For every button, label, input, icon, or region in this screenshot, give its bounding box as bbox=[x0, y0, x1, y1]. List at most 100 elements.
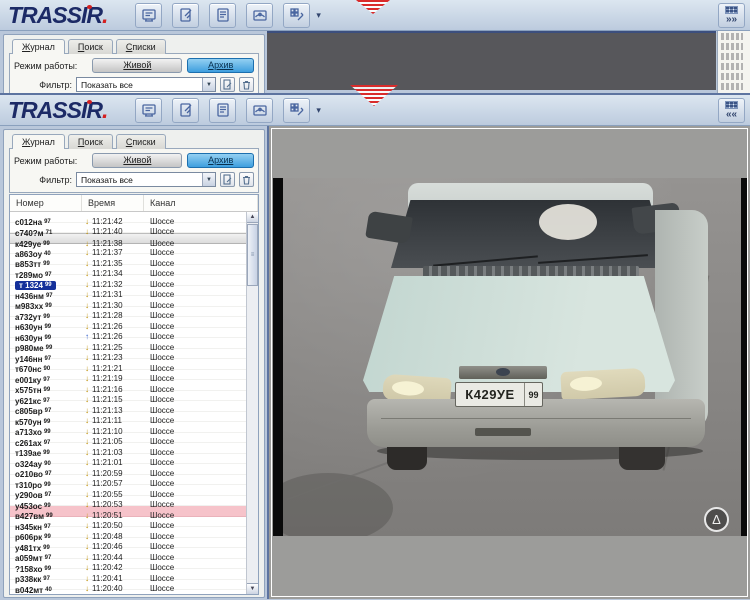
combo-arrow-icon[interactable]: ▼ bbox=[202, 173, 215, 186]
tab-search[interactable]: Поиск bbox=[68, 134, 113, 149]
live-mode-button[interactable]: Живой bbox=[92, 58, 182, 73]
channel-cell: Шоссе bbox=[144, 311, 246, 320]
main-toolbar: ▾ bbox=[135, 98, 321, 123]
settings-grid-icon[interactable] bbox=[283, 98, 310, 123]
time-cell: ↓11:21:34 bbox=[82, 269, 144, 278]
direction-icon: ↓ bbox=[85, 574, 89, 583]
time-cell: ↓11:20:59 bbox=[82, 469, 144, 478]
time-cell: ↓11:21:11 bbox=[82, 416, 144, 425]
direction-icon: ↓ bbox=[85, 280, 89, 289]
journal-tab-content: Режим работы: Живой Архив Фильтр: Показа… bbox=[9, 53, 259, 93]
direction-icon: ↓ bbox=[85, 259, 89, 268]
time-cell: ↓11:21:32 bbox=[82, 280, 144, 289]
trassir-logo: TRASSIR. bbox=[8, 4, 107, 27]
archive-mode-button[interactable]: Архив bbox=[187, 153, 254, 168]
car-bumper-vent bbox=[475, 428, 531, 436]
tab-lists[interactable]: Списки bbox=[116, 39, 166, 54]
direction-icon: ↑ bbox=[85, 332, 89, 341]
channel-cell: Шоссе bbox=[144, 364, 246, 373]
channel-cell: Шоссе bbox=[144, 521, 246, 530]
journal-icon[interactable] bbox=[209, 98, 236, 123]
time-cell: ↓11:21:26 bbox=[82, 322, 144, 331]
channel-cell: Шоссе bbox=[144, 500, 246, 509]
car-license-plate: к429уе 99 bbox=[455, 382, 543, 407]
filter-new-button[interactable] bbox=[220, 172, 235, 187]
monitor-icon[interactable] bbox=[135, 98, 162, 123]
dropdown-caret-icon[interactable]: ▾ bbox=[316, 10, 321, 21]
scroll-up-icon[interactable]: ▲ bbox=[247, 212, 258, 223]
filter-new-button[interactable] bbox=[220, 77, 235, 92]
scroll-down-icon[interactable]: ▼ bbox=[247, 583, 258, 594]
combo-arrow-icon[interactable]: ▼ bbox=[202, 78, 215, 91]
direction-icon: ↓ bbox=[85, 406, 89, 415]
tab-journal[interactable]: Журнал bbox=[12, 39, 65, 54]
dropdown-caret-icon[interactable]: ▾ bbox=[316, 105, 321, 116]
edit-document-icon[interactable] bbox=[172, 98, 199, 123]
side-template-strip[interactable] bbox=[717, 31, 750, 93]
plate-log-table: Номер Время Канал с012на97 ↓11:21:42 Шос… bbox=[9, 194, 259, 595]
scrollbar-thumb[interactable]: ≡ bbox=[247, 224, 258, 286]
edit-document-icon[interactable] bbox=[172, 3, 199, 28]
trassir-logo: TRASSIR. bbox=[8, 99, 107, 122]
car-interior-highlight bbox=[539, 204, 597, 240]
channel-cell: Шоссе bbox=[144, 490, 246, 499]
tab-journal[interactable]: Журнал bbox=[12, 134, 65, 149]
channel-cell: Шоссе bbox=[144, 469, 246, 478]
expand-panel-button[interactable]: »» bbox=[718, 3, 745, 28]
direction-icon: ↓ bbox=[85, 385, 89, 394]
control-panel: Журнал Поиск Списки Режим работы: Живой … bbox=[3, 34, 265, 93]
filter-delete-button[interactable] bbox=[239, 77, 254, 92]
channel-cell: Шоссе bbox=[144, 217, 246, 226]
snapshot-icon[interactable] bbox=[246, 98, 273, 123]
channel-cell: Шоссе bbox=[144, 343, 246, 352]
car-brand-badge bbox=[496, 368, 510, 376]
tab-lists[interactable]: Списки bbox=[116, 134, 166, 149]
direction-icon: ↓ bbox=[85, 227, 89, 236]
direction-icon: ↓ bbox=[85, 217, 89, 226]
table-scrollbar[interactable]: ▲ ≡ ▼ bbox=[246, 212, 258, 594]
video-panel-main: к429уе 99 ∆ bbox=[267, 126, 750, 599]
time-cell: ↓11:21:42 bbox=[82, 217, 144, 226]
archive-mode-button[interactable]: Архив bbox=[187, 58, 254, 73]
time-cell: ↓11:21:16 bbox=[82, 385, 144, 394]
tab-search[interactable]: Поиск bbox=[68, 39, 113, 54]
direction-icon: ↓ bbox=[85, 269, 89, 278]
road-patch bbox=[283, 473, 393, 536]
filter-select[interactable]: Показать все▼ bbox=[76, 172, 216, 187]
table-header: Номер Время Канал bbox=[10, 195, 258, 212]
direction-icon: ↓ bbox=[85, 301, 89, 310]
settings-grid-icon[interactable] bbox=[283, 3, 310, 28]
direction-icon: ↓ bbox=[85, 343, 89, 352]
mode-label: Режим работы: bbox=[14, 61, 92, 71]
channel-cell: Шоссе bbox=[144, 353, 246, 362]
time-cell: ↓11:21:30 bbox=[82, 301, 144, 310]
journal-icon[interactable] bbox=[209, 3, 236, 28]
filter-delete-button[interactable] bbox=[239, 172, 254, 187]
direction-icon: ↓ bbox=[85, 500, 89, 509]
channel-cell: Шоссе bbox=[144, 511, 246, 520]
column-plate: Номер bbox=[10, 195, 82, 211]
time-cell: ↓11:21:10 bbox=[82, 427, 144, 436]
snapshot-icon[interactable] bbox=[246, 3, 273, 28]
channel-cell: Шоссе bbox=[144, 280, 246, 289]
direction-icon: ↓ bbox=[85, 458, 89, 467]
live-mode-button[interactable]: Живой bbox=[92, 153, 182, 168]
monitor-icon[interactable] bbox=[135, 3, 162, 28]
collapse-panel-button[interactable]: «« bbox=[718, 98, 745, 123]
time-cell: ↓11:20:57 bbox=[82, 479, 144, 488]
time-cell: ↓11:20:41 bbox=[82, 574, 144, 583]
direction-icon: ↓ bbox=[85, 248, 89, 257]
channel-cell: Шоссе bbox=[144, 427, 246, 436]
filter-select[interactable]: Показать все▼ bbox=[76, 77, 216, 92]
table-row[interactable]: с012на97 ↓11:21:42 Шоссе bbox=[10, 212, 246, 223]
time-cell: ↓11:21:37 bbox=[82, 248, 144, 257]
journal-tab-content: Режим работы: Живой Архив Фильтр: Показа… bbox=[9, 148, 259, 193]
time-cell: ↓11:21:19 bbox=[82, 374, 144, 383]
time-cell: ↓11:20:44 bbox=[82, 553, 144, 562]
direction-icon: ↓ bbox=[85, 374, 89, 383]
trassir-app: TRASSIR. ▾ »» Журнал Поиск Списки bbox=[0, 0, 750, 600]
tab-strip: Журнал Поиск Списки bbox=[9, 39, 259, 54]
time-cell: ↓11:21:31 bbox=[82, 290, 144, 299]
channel-cell: Шоссе bbox=[144, 574, 246, 583]
direction-icon: ↓ bbox=[85, 490, 89, 499]
